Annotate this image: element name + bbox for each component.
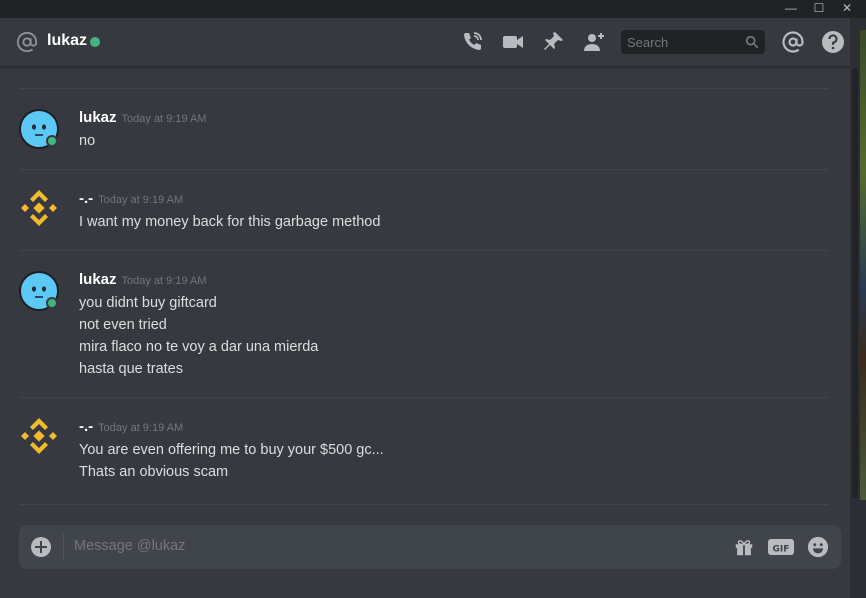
online-status-dot	[90, 37, 100, 47]
message-list[interactable]: lukaz Today at 9:19 AM no -.- Today at 9:1…	[0, 67, 850, 514]
blue-face-avatar-icon[interactable]	[19, 271, 59, 311]
video-icon[interactable]	[501, 30, 525, 54]
message-line: hasta que trates	[79, 361, 183, 377]
message-header: -.- Today at 9:19 AM	[79, 190, 183, 208]
binance-logo-avatar-icon[interactable]	[19, 416, 59, 456]
blue-face-avatar-icon[interactable]	[19, 109, 59, 149]
author-name[interactable]: lukaz	[79, 271, 117, 288]
message-timestamp: Today at 9:19 AM	[98, 422, 184, 434]
message-line: Thats an obvious scam	[79, 464, 229, 480]
message-divider	[20, 88, 828, 89]
mention-icon[interactable]	[781, 30, 805, 54]
message-line: mira flaco no te voy a dar una mierda	[79, 339, 319, 355]
author-name[interactable]: lukaz	[79, 109, 117, 126]
minimize-button[interactable]: —	[778, 0, 804, 18]
author-name[interactable]: -.-	[79, 190, 93, 207]
message-divider	[20, 504, 828, 505]
message-divider	[20, 169, 828, 170]
message-divider	[20, 397, 828, 398]
channel-header: lukaz Search	[0, 18, 850, 67]
emoji-icon[interactable]	[807, 536, 829, 558]
scrollbar-thumb[interactable]	[852, 68, 858, 498]
message-composer[interactable]: Message @lukaz GIF	[19, 525, 841, 569]
message-line: You are even offering me to buy your $50…	[79, 442, 384, 458]
call-icon[interactable]	[460, 30, 484, 54]
message-line: I want my money back for this garbage me…	[79, 214, 381, 230]
window-titlebar: — ☐ ✕	[0, 0, 866, 18]
pin-icon[interactable]	[541, 30, 565, 54]
gift-icon[interactable]	[733, 536, 755, 558]
help-icon[interactable]	[821, 30, 845, 54]
binance-logo-avatar-icon[interactable]	[19, 188, 59, 228]
upload-plus-icon[interactable]	[31, 537, 51, 557]
gif-icon[interactable]: GIF	[767, 536, 795, 558]
message-timestamp: Today at 9:19 AM	[121, 113, 207, 125]
composer-divider	[63, 533, 64, 561]
search-input[interactable]: Search	[627, 35, 668, 50]
search-icon	[745, 35, 759, 49]
gif-label: GIF	[773, 545, 790, 555]
message-divider	[20, 250, 828, 251]
message-timestamp: Today at 9:19 AM	[121, 275, 207, 287]
message-line: no	[79, 133, 96, 149]
message-line: not even tried	[79, 317, 167, 333]
close-button[interactable]: ✕	[834, 0, 860, 18]
message-header: lukaz Today at 9:19 AM	[79, 271, 207, 289]
author-name[interactable]: -.-	[79, 418, 93, 435]
at-icon	[16, 31, 38, 53]
search-box[interactable]: Search	[621, 30, 765, 54]
message-header: -.- Today at 9:19 AM	[79, 418, 183, 436]
message-timestamp: Today at 9:19 AM	[98, 194, 184, 206]
add-friend-icon[interactable]	[582, 30, 606, 54]
background-window-edge	[860, 30, 866, 500]
channel-name: lukaz	[47, 32, 88, 49]
message-line: you didnt buy giftcard	[79, 295, 217, 311]
message-header: lukaz Today at 9:19 AM	[79, 109, 207, 127]
message-input[interactable]: Message @lukaz	[74, 538, 185, 554]
maximize-button[interactable]: ☐	[806, 0, 832, 18]
